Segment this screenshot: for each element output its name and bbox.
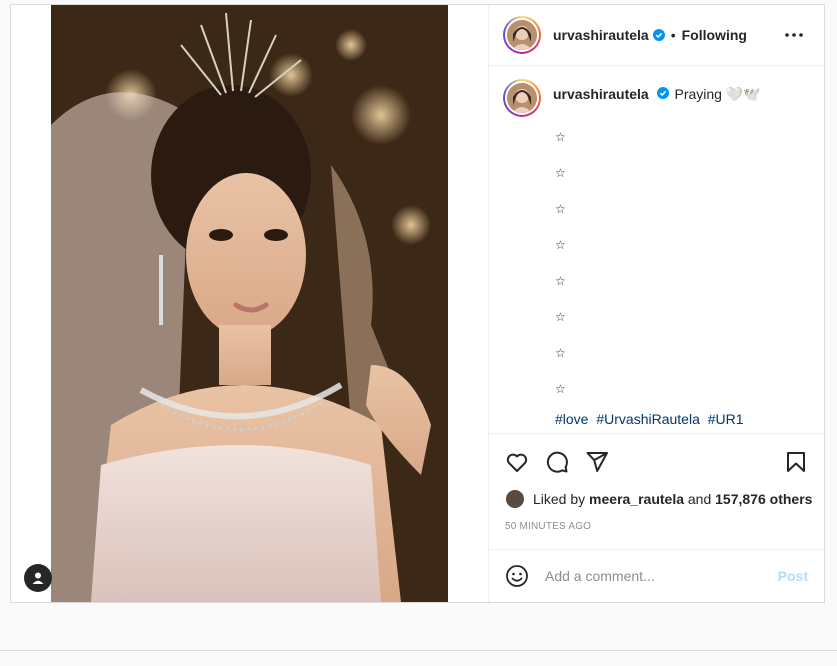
post-comment-button[interactable]: Post	[778, 568, 808, 584]
caption-username[interactable]: urvashirautela	[553, 86, 649, 102]
post-details-pane: urvashirautela • Following urvashirautel…	[489, 5, 824, 602]
caption-text: Praying 🤍🕊️	[674, 86, 761, 102]
post-timestamp[interactable]: 50 MINUTES AGO	[505, 521, 591, 532]
likes-summary: Liked by meera_rautela and 157,876 other…	[505, 489, 812, 509]
more-options-button[interactable]	[782, 25, 806, 45]
hashtag-urvashirautela[interactable]: #UrvashiRautela	[596, 411, 700, 427]
bridal-portrait-illustration	[51, 5, 448, 602]
post-header: urvashirautela • Following	[489, 5, 824, 66]
author-username[interactable]: urvashirautela	[553, 27, 649, 43]
tagged-users-button[interactable]	[24, 564, 52, 592]
post-card: urvashirautela • Following urvashirautel…	[10, 4, 825, 603]
emoji-picker-button[interactable]	[505, 564, 529, 588]
author-avatar[interactable]	[503, 16, 541, 54]
caption-star: ☆	[555, 310, 566, 324]
caption-star: ☆	[555, 202, 566, 216]
caption-hashtags: #love #UrvashiRautela #UR1	[555, 411, 810, 427]
comment-bar: Post	[489, 549, 824, 602]
likes-prefix: Liked by	[533, 491, 586, 507]
caption-star: ☆	[555, 130, 566, 144]
caption-star: ☆	[555, 166, 566, 180]
verified-badge-icon	[656, 87, 669, 99]
caption-body: urvashirautela Praying 🤍🕊️	[553, 79, 761, 103]
user-tag-icon	[32, 572, 44, 584]
action-bar	[489, 433, 824, 490]
liker-avatar[interactable]	[505, 489, 525, 509]
comment-button[interactable]	[545, 450, 569, 474]
verified-badge-icon	[652, 29, 665, 41]
caption-star: ☆	[555, 238, 566, 252]
like-button[interactable]	[505, 450, 529, 474]
share-button[interactable]	[585, 450, 609, 474]
caption-star: ☆	[555, 346, 566, 360]
liker-username[interactable]: meera_rautela	[589, 491, 684, 507]
save-button[interactable]	[784, 450, 808, 474]
caption-area: urvashirautela Praying 🤍🕊️ ☆ ☆ ☆ ☆ ☆ ☆ ☆…	[489, 67, 824, 433]
more-options-icon	[785, 33, 803, 37]
bookmark-icon	[787, 452, 805, 472]
caption-star-lines: ☆ ☆ ☆ ☆ ☆ ☆ ☆ ☆	[555, 129, 810, 417]
comment-input[interactable]	[545, 568, 778, 584]
hashtag-love[interactable]: #love	[555, 411, 588, 427]
separator-dot: •	[670, 27, 676, 43]
share-icon	[586, 452, 608, 472]
heart-icon	[506, 453, 528, 472]
caption-star: ☆	[555, 274, 566, 288]
likes-count-link[interactable]: 157,876 others	[715, 491, 812, 507]
emoji-icon	[506, 565, 528, 587]
post-photo[interactable]	[51, 5, 448, 602]
caption-row: urvashirautela Praying 🤍🕊️	[503, 79, 810, 117]
likes-joiner: and	[687, 491, 712, 507]
following-button[interactable]: Following	[682, 27, 747, 43]
caption-author-avatar[interactable]	[503, 79, 541, 117]
media-pane	[11, 5, 489, 602]
comment-icon	[546, 451, 568, 473]
hashtag-ur1[interactable]: #UR1	[708, 411, 744, 427]
page-divider	[0, 650, 837, 651]
